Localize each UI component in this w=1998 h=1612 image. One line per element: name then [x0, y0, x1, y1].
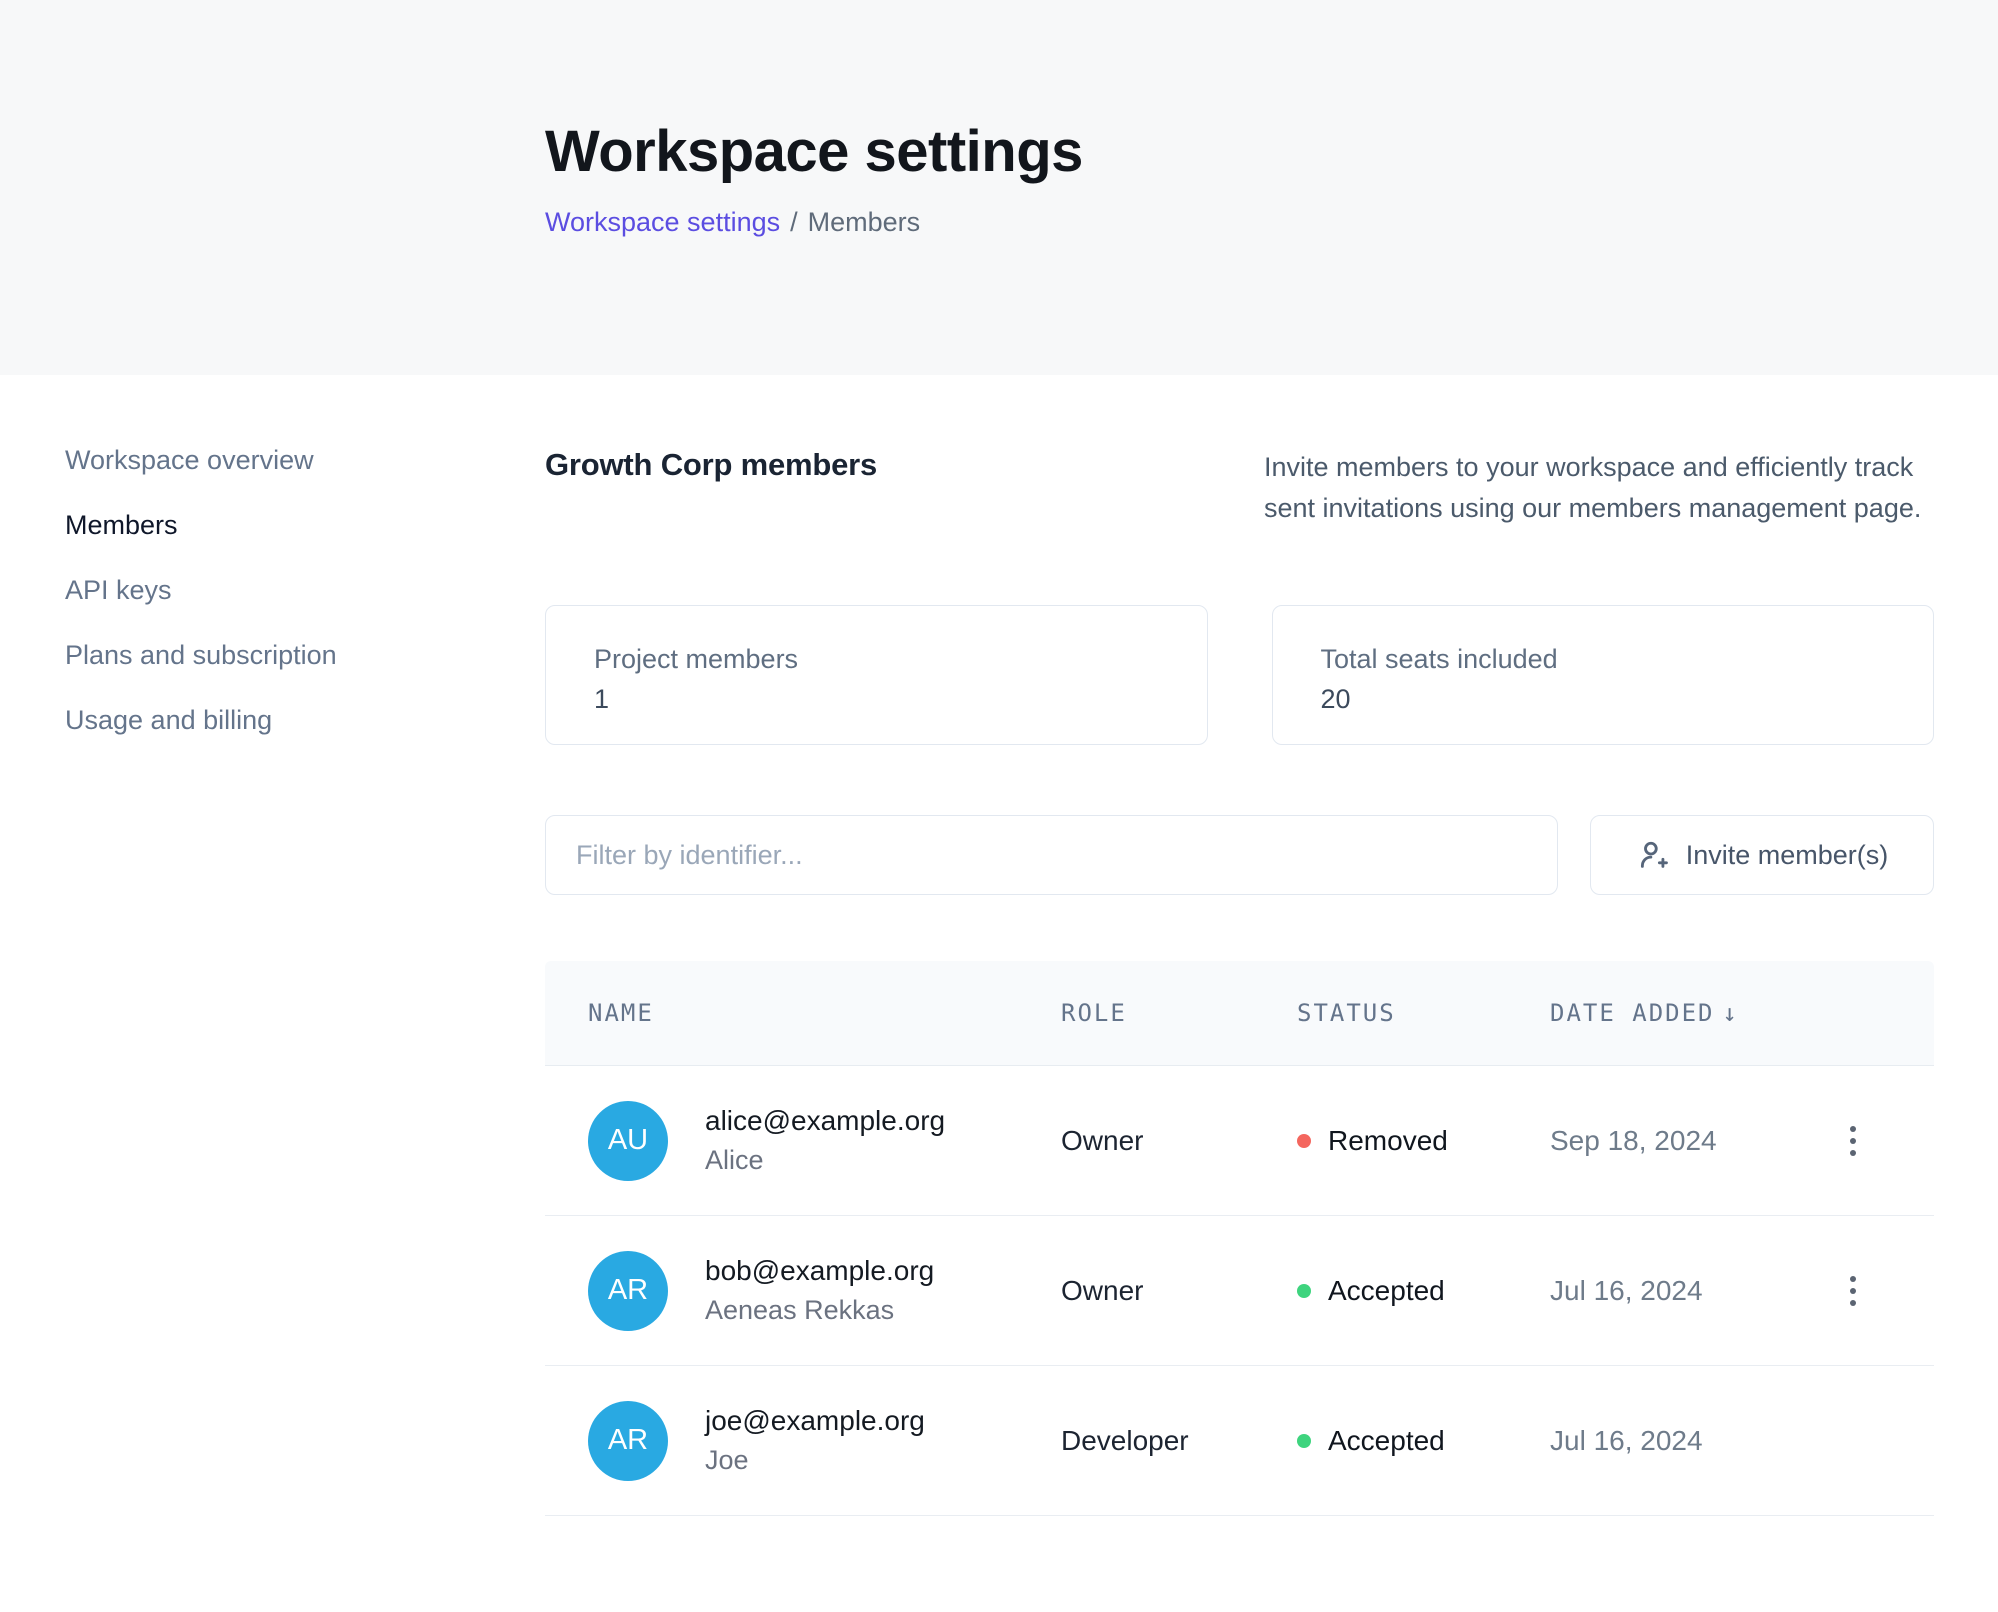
sidebar-item-workspace-overview[interactable]: Workspace overview [65, 443, 545, 477]
sidebar-item-members[interactable]: Members [65, 508, 545, 542]
settings-sidebar: Workspace overview Members API keys Plan… [0, 375, 545, 1516]
sidebar-item-usage-and-billing[interactable]: Usage and billing [65, 703, 545, 737]
sort-desc-icon: ↓ [1723, 999, 1737, 1027]
column-header-date-added[interactable]: DATE ADDED↓ [1550, 999, 1796, 1027]
status-label: Removed [1328, 1125, 1448, 1157]
user-plus-icon [1636, 838, 1670, 872]
stat-value: 1 [594, 684, 1207, 715]
table-row: AR bob@example.org Aeneas Rekkas Owner A… [545, 1216, 1934, 1366]
member-name: Alice [705, 1145, 945, 1176]
avatar: AR [588, 1401, 668, 1481]
breadcrumb-separator: / [790, 207, 798, 237]
member-status: Removed [1297, 1125, 1550, 1157]
status-dot [1297, 1434, 1311, 1448]
sidebar-item-plans-and-subscription[interactable]: Plans and subscription [65, 638, 545, 672]
date-added: Sep 18, 2024 [1550, 1125, 1796, 1157]
breadcrumb: Workspace settings / Members [545, 207, 1934, 238]
column-header-role[interactable]: ROLE [1061, 999, 1297, 1027]
table-row: AR joe@example.org Joe Developer Accepte… [545, 1366, 1934, 1516]
stat-label: Total seats included [1321, 644, 1934, 675]
member-role: Developer [1061, 1425, 1297, 1457]
member-name: Joe [705, 1445, 925, 1476]
status-dot [1297, 1284, 1311, 1298]
members-table: NAME ROLE STATUS DATE ADDED↓ AU alice@ex… [545, 961, 1934, 1516]
avatar: AR [588, 1251, 668, 1331]
sidebar-item-api-keys[interactable]: API keys [65, 573, 545, 607]
avatar: AU [588, 1101, 668, 1181]
members-heading: Growth Corp members [545, 447, 1264, 483]
stat-label: Project members [594, 644, 1207, 675]
status-dot [1297, 1134, 1311, 1148]
date-added: Jul 16, 2024 [1550, 1425, 1796, 1457]
invite-members-button[interactable]: Invite member(s) [1590, 815, 1934, 895]
member-email: joe@example.org [705, 1405, 925, 1437]
table-header-row: NAME ROLE STATUS DATE ADDED↓ [545, 961, 1934, 1066]
table-row: AU alice@example.org Alice Owner Removed… [545, 1066, 1934, 1216]
stat-card-project-members: Project members 1 [545, 605, 1208, 745]
member-email: bob@example.org [705, 1255, 934, 1287]
breadcrumb-link-workspace-settings[interactable]: Workspace settings [545, 207, 780, 237]
member-status: Accepted [1297, 1275, 1550, 1307]
member-role: Owner [1061, 1125, 1297, 1157]
date-added: Jul 16, 2024 [1550, 1275, 1796, 1307]
status-label: Accepted [1328, 1425, 1445, 1457]
page-title: Workspace settings [545, 118, 1934, 185]
page-header: Workspace settings Workspace settings / Me… [0, 0, 1998, 375]
stat-card-total-seats: Total seats included 20 [1272, 605, 1935, 745]
row-menu-button[interactable] [1840, 1266, 1866, 1316]
member-status: Accepted [1297, 1425, 1550, 1457]
row-menu-button[interactable] [1840, 1116, 1866, 1166]
column-header-name[interactable]: NAME [588, 999, 1061, 1027]
status-label: Accepted [1328, 1275, 1445, 1307]
member-role: Owner [1061, 1275, 1297, 1307]
members-description: Invite members to your workspace and eff… [1264, 447, 1934, 529]
stat-cards: Project members 1 Total seats included 2… [545, 605, 1934, 745]
members-panel: Growth Corp members Invite members to yo… [545, 375, 1934, 1516]
member-name: Aeneas Rekkas [705, 1295, 934, 1326]
invite-members-label: Invite member(s) [1686, 840, 1889, 871]
breadcrumb-current: Members [808, 207, 921, 237]
column-header-status[interactable]: STATUS [1297, 999, 1550, 1027]
filter-input[interactable] [545, 815, 1558, 895]
stat-value: 20 [1321, 684, 1934, 715]
member-email: alice@example.org [705, 1105, 945, 1137]
